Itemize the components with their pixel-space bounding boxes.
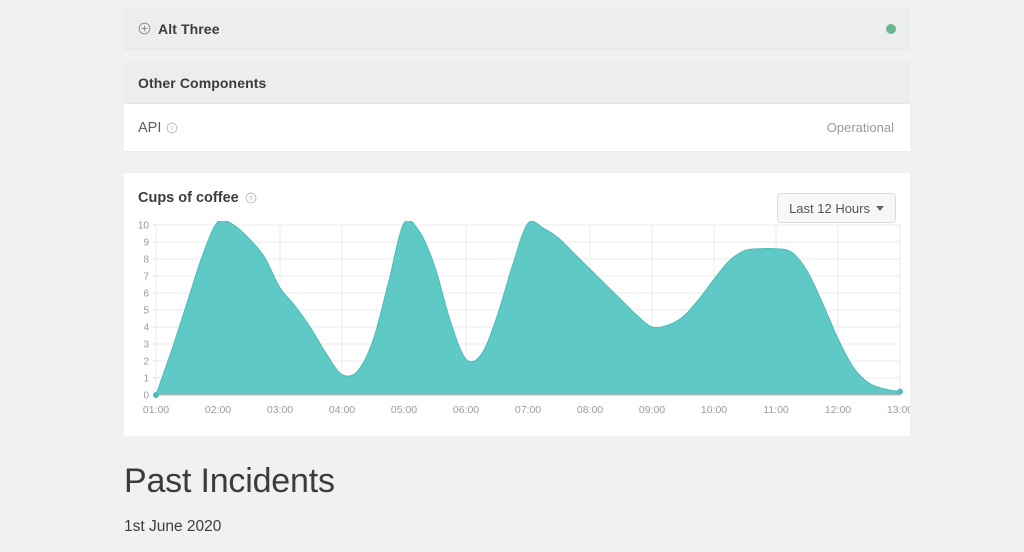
svg-text:?: ? bbox=[249, 196, 253, 203]
plus-circle-icon[interactable] bbox=[138, 22, 151, 35]
x-tick-label: 09:00 bbox=[639, 404, 665, 416]
area-chart-svg: 0 1 2 3 4 5 6 7 8 9 10 01:00 02:00 03:00 04:00 05:00 06… bbox=[124, 221, 910, 436]
y-tick-label: 1 bbox=[143, 374, 149, 385]
chart-end-point bbox=[897, 389, 903, 395]
chart-start-point bbox=[153, 392, 159, 398]
group-header-other-components: Other Components bbox=[124, 62, 910, 104]
y-tick-label: 3 bbox=[143, 340, 149, 351]
y-tick-label: 7 bbox=[143, 272, 149, 283]
x-tick-label: 04:00 bbox=[329, 404, 355, 416]
chevron-down-icon bbox=[876, 206, 884, 211]
status-indicator-dot bbox=[886, 24, 896, 34]
x-tick-label: 10:00 bbox=[701, 404, 727, 416]
chart-y-axis-labels: 0 1 2 3 4 5 6 7 8 9 10 bbox=[138, 221, 150, 402]
page-title: Past Incidents bbox=[124, 462, 924, 501]
chart-x-axis-labels: 01:00 02:00 03:00 04:00 05:00 06:00 07:00 08:00… bbox=[143, 404, 910, 416]
chart-plot-area[interactable]: 0 1 2 3 4 5 6 7 8 9 10 01:00 02:00 03:00 04:00 05:00 06… bbox=[124, 221, 910, 436]
x-tick-label: 05:00 bbox=[391, 404, 417, 416]
x-tick-label: 12:00 bbox=[825, 404, 851, 416]
x-tick-label: 13:00 bbox=[887, 404, 910, 416]
x-tick-label: 02:00 bbox=[205, 404, 231, 416]
y-tick-label: 8 bbox=[143, 255, 149, 266]
incident-date: 1st June 2020 bbox=[124, 518, 924, 536]
y-tick-label: 5 bbox=[143, 306, 149, 317]
past-incidents-section: Past Incidents 1st June 2020 bbox=[124, 462, 924, 536]
x-tick-label: 11:00 bbox=[763, 404, 789, 416]
chart-header: Cups of coffee ? Last 12 Hours bbox=[124, 173, 910, 221]
y-tick-label: 10 bbox=[138, 221, 150, 232]
time-range-selector[interactable]: Last 12 Hours bbox=[777, 193, 896, 223]
component-group-other: Other Components API ? Operational bbox=[124, 62, 910, 152]
chart-series-area bbox=[156, 221, 900, 395]
y-tick-label: 0 bbox=[143, 391, 149, 402]
x-tick-label: 06:00 bbox=[453, 404, 479, 416]
chart-title: Cups of coffee ? bbox=[138, 190, 257, 206]
y-tick-label: 6 bbox=[143, 289, 149, 300]
x-tick-label: 07:00 bbox=[515, 404, 541, 416]
y-tick-label: 4 bbox=[143, 323, 149, 334]
svg-text:?: ? bbox=[171, 125, 175, 132]
component-row-api[interactable]: API ? Operational bbox=[124, 104, 910, 152]
question-circle-icon[interactable]: ? bbox=[166, 122, 178, 134]
y-tick-label: 2 bbox=[143, 357, 149, 368]
component-name-alt-three: Alt Three bbox=[158, 21, 220, 37]
metric-chart-card: Cups of coffee ? Last 12 Hours 0 1 2 3 4 5 6 7 8… bbox=[124, 173, 910, 436]
x-tick-label: 01:00 bbox=[143, 404, 169, 416]
component-row-alt-three[interactable]: Alt Three bbox=[124, 8, 910, 50]
x-tick-label: 03:00 bbox=[267, 404, 293, 416]
chart-title-text: Cups of coffee bbox=[138, 190, 239, 206]
component-group-alt-three: Alt Three bbox=[124, 8, 910, 50]
time-range-label: Last 12 Hours bbox=[789, 201, 870, 216]
component-label-text: API bbox=[138, 120, 161, 136]
group-header-label: Other Components bbox=[138, 75, 266, 91]
x-tick-label: 08:00 bbox=[577, 404, 603, 416]
question-circle-icon[interactable]: ? bbox=[245, 192, 257, 204]
y-tick-label: 9 bbox=[143, 238, 149, 249]
status-page: Alt Three Other Components API ? Operati… bbox=[0, 0, 1024, 552]
status-badge-api: Operational bbox=[827, 120, 894, 135]
component-name-api: API ? bbox=[138, 120, 178, 136]
